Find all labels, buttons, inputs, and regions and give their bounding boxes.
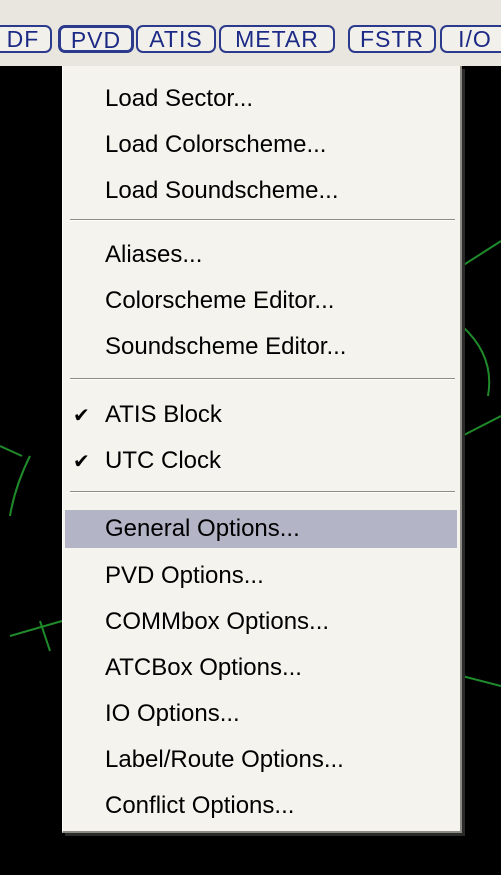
- menu-item-label-route-options[interactable]: Label/Route Options...: [63, 741, 457, 779]
- menu-separator: [70, 378, 455, 380]
- pvd-dropdown-menu: Load Sector... Load Colorscheme... Load …: [62, 66, 462, 833]
- menu-item-load-colorscheme[interactable]: Load Colorscheme...: [63, 126, 457, 164]
- toolbar-button-io[interactable]: I/O: [440, 25, 501, 53]
- scope-line: [9, 620, 63, 637]
- menu-item-colorscheme-editor[interactable]: Colorscheme Editor...: [63, 282, 457, 320]
- scope-line: [461, 240, 501, 267]
- menu-item-conflict-options[interactable]: Conflict Options...: [63, 787, 457, 825]
- menu-item-general-options[interactable]: General Options...: [65, 510, 457, 548]
- toolbar-button-pvd[interactable]: PVD: [58, 25, 134, 53]
- scope-line: [461, 415, 501, 437]
- scope-line: [461, 325, 491, 397]
- menu-item-pvd-options[interactable]: PVD Options...: [63, 557, 457, 595]
- menu-item-load-sector[interactable]: Load Sector...: [63, 80, 457, 118]
- menu-item-aliases[interactable]: Aliases...: [63, 236, 457, 274]
- toolbar-button-metar[interactable]: METAR: [219, 25, 335, 53]
- scope-line: [0, 445, 23, 457]
- checkmark-icon: ✔: [73, 405, 90, 427]
- toolbar-button-atis[interactable]: ATIS: [136, 25, 216, 53]
- menu-item-label: UTC Clock: [105, 447, 222, 474]
- toolbar-button-df[interactable]: DF: [0, 25, 52, 53]
- menu-item-load-soundscheme[interactable]: Load Soundscheme...: [63, 172, 457, 210]
- menu-item-atcbox-options[interactable]: ATCBox Options...: [63, 649, 457, 687]
- menu-item-label: ATIS Block: [105, 401, 222, 428]
- menu-separator: [70, 219, 455, 221]
- checkmark-icon: ✔: [73, 451, 90, 473]
- scope-line: [9, 455, 31, 517]
- menu-item-commbox-options[interactable]: COMMbox Options...: [63, 603, 457, 641]
- toolbar-button-fstr[interactable]: FSTR: [348, 25, 436, 53]
- menu-item-utc-clock[interactable]: ✔ UTC Clock: [63, 442, 457, 480]
- menu-item-io-options[interactable]: IO Options...: [63, 695, 457, 733]
- toolbar: DF PVD ATIS METAR FSTR I/O: [0, 0, 501, 67]
- menu-item-soundscheme-editor[interactable]: Soundscheme Editor...: [63, 328, 457, 366]
- menu-separator: [70, 491, 455, 493]
- scope-line: [461, 675, 501, 687]
- menu-item-atis-block[interactable]: ✔ ATIS Block: [63, 396, 457, 434]
